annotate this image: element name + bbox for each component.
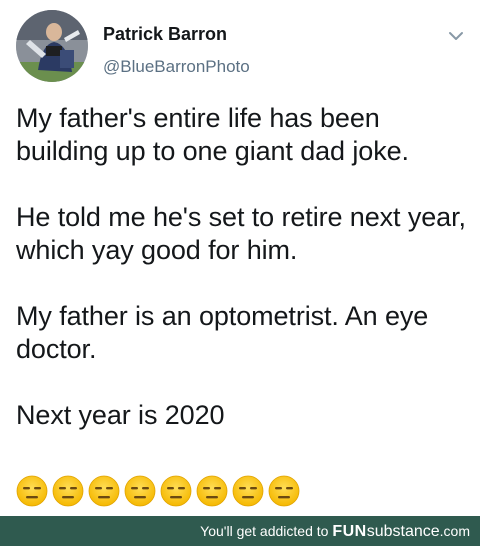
expressionless-face-icon [16,475,48,507]
expressionless-face-icon [196,475,228,507]
tweet-paragraph: My father's entire life has been buildin… [16,103,409,166]
watermark-brand-bold: FUN [332,523,367,540]
tweet-header: Patrick Barron @BlueBarronPhoto [16,10,466,84]
avatar-photo [16,10,88,82]
expressionless-face-icon [160,475,192,507]
expressionless-face-icon [52,475,84,507]
tweet-paragraph: My father is an optometrist. An eye doct… [16,301,429,364]
watermark-brand-tld: .com [439,523,470,539]
avatar[interactable] [16,10,88,82]
tweet-text: My father's entire life has been buildin… [16,102,466,432]
tweet-card: Patrick Barron @BlueBarronPhoto My fathe… [0,0,480,516]
chevron-down-icon[interactable] [446,26,466,46]
expressionless-face-icon [88,475,120,507]
tweet-paragraph: Next year is 2020 [16,400,225,430]
handle[interactable]: @BlueBarronPhoto [103,57,250,77]
expressionless-face-icon [232,475,264,507]
tweet-paragraph: He told me he's set to retire next year,… [16,202,466,265]
display-name[interactable]: Patrick Barron [103,24,250,44]
watermark-text: You'll get addicted to FUNsubstance.com [200,523,470,540]
emoji-row [16,475,300,507]
expressionless-face-icon [124,475,156,507]
watermark-brand-regular: substance [366,523,440,540]
author-names: Patrick Barron @BlueBarronPhoto [103,24,250,77]
expressionless-face-icon [268,475,300,507]
watermark-prefix: You'll get addicted to [200,523,329,539]
watermark-bar: You'll get addicted to FUNsubstance.com [0,516,480,546]
